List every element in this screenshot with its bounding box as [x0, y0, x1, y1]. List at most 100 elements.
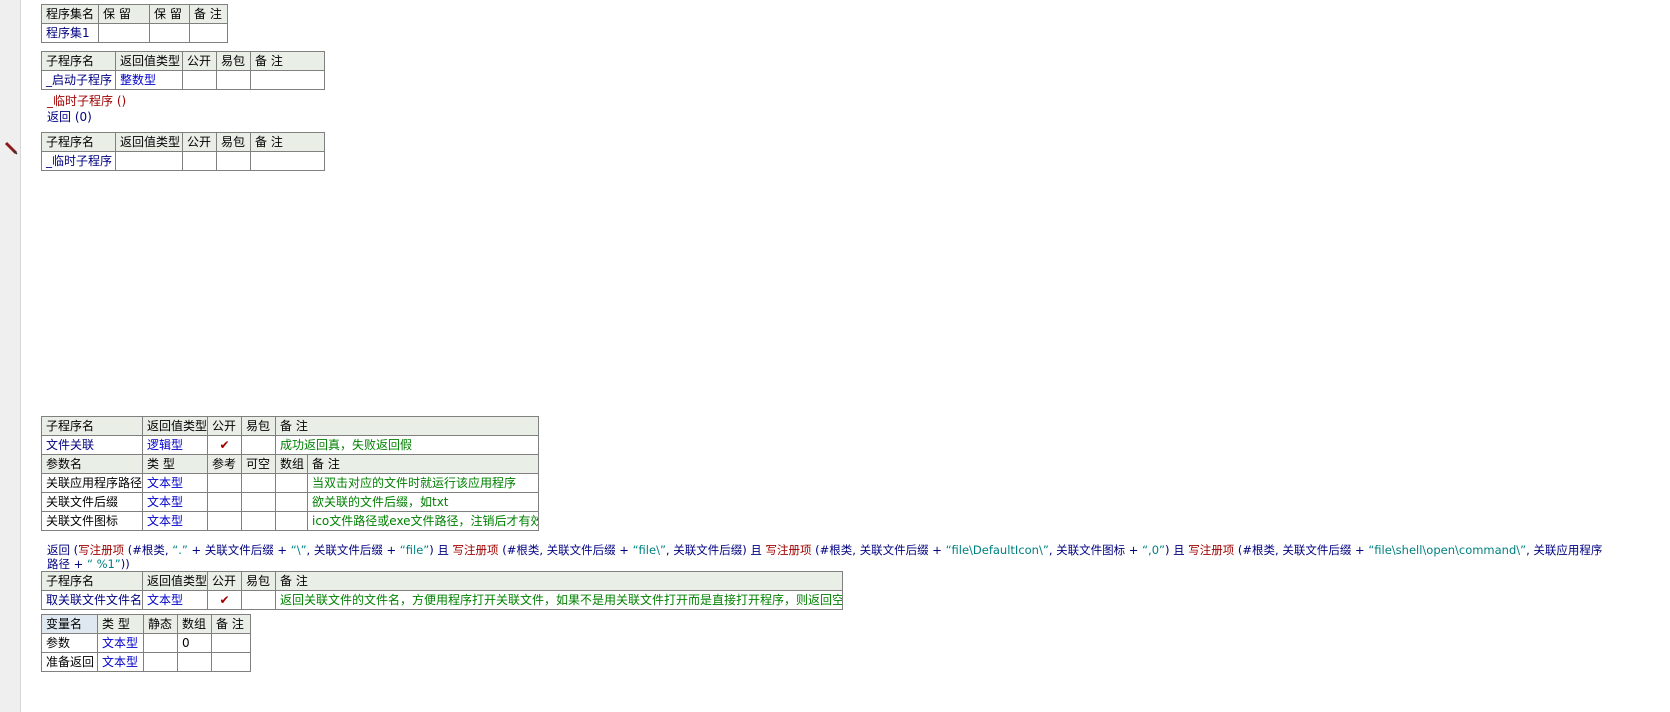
header-return-type: 返回值类型	[142, 416, 208, 436]
assembly-table: 程序集名 保 留 保 留 备 注 程序集1	[41, 4, 228, 43]
header-public: 公开	[182, 51, 217, 71]
return-type[interactable]	[115, 151, 183, 171]
code-token: (#根类,	[124, 543, 173, 557]
sub-name[interactable]: _启动子程序	[41, 70, 116, 90]
param-type[interactable]: 文本型	[142, 492, 208, 512]
var-type[interactable]: 文本型	[97, 633, 144, 653]
easy-pack-cell[interactable]	[216, 70, 251, 90]
static-cell[interactable]	[143, 633, 178, 653]
nullable-cell[interactable]	[241, 511, 276, 531]
easy-pack-cell[interactable]	[241, 435, 276, 455]
code-token: 写注册项	[1188, 543, 1235, 557]
return-type[interactable]: 整数型	[115, 70, 183, 90]
code-token: “file\”	[632, 543, 666, 557]
header-note: 备 注	[211, 614, 251, 634]
sub-name[interactable]: _临时子程序	[41, 151, 116, 171]
header-easy-pack: 易包	[241, 571, 276, 591]
array-cell[interactable]	[177, 652, 212, 672]
sub-name[interactable]: 文件关联	[41, 435, 143, 455]
param-note[interactable]: 当双击对应的文件时就运行该应用程序	[306, 473, 540, 493]
note-cell[interactable]	[211, 633, 251, 653]
note-cell[interactable]	[189, 23, 228, 43]
return-type[interactable]: 文本型	[142, 590, 208, 610]
header-return-type: 返回值类型	[142, 571, 208, 591]
reserved-cell-2[interactable]	[149, 23, 190, 43]
local-variables-table: 变量名 类 型 静态 数组 备 注 参数 文本型 0 准备返回 文本型	[41, 614, 251, 672]
var-type[interactable]: 文本型	[97, 652, 144, 672]
array-cell[interactable]	[275, 511, 308, 531]
code-token: , 关联文件后缀) 且	[665, 543, 766, 557]
sub-table-get-assoc-filename: 子程序名 返回值类型 公开 易包 备 注 取关联文件文件名 文本型 ✔ 返回关联…	[41, 571, 843, 610]
array-cell[interactable]	[275, 473, 308, 493]
param-row: 关联应用程序路径 文本型 当双击对应的文件时就运行该应用程序	[41, 473, 540, 493]
code-token: “file\DefaultIcon\”	[945, 543, 1049, 557]
code-token: “\”	[290, 543, 307, 557]
nullable-cell[interactable]	[241, 473, 276, 493]
header-public: 公开	[207, 416, 242, 436]
param-note[interactable]: 欲关联的文件后缀，如txt	[306, 492, 540, 512]
param-type[interactable]: 文本型	[142, 473, 208, 493]
by-ref-cell[interactable]	[207, 511, 242, 531]
header-nullable: 可空	[241, 454, 276, 474]
sub-name[interactable]: 取关联文件文件名	[41, 590, 143, 610]
param-note[interactable]: ico文件路径或exe文件路径，注销后才有效	[306, 511, 540, 531]
public-cell[interactable]	[182, 70, 217, 90]
param-name[interactable]: 关联文件后缀	[41, 492, 143, 512]
header-public: 公开	[207, 571, 242, 591]
header-reserved-1: 保 留	[98, 4, 150, 24]
sub-table-file-assoc: 子程序名 返回值类型 公开 易包 备 注 文件关联 逻辑型 ✔ 成功返回真，失败…	[41, 416, 540, 531]
code-token: “file\shell\open\command\”	[1368, 543, 1527, 557]
header-easy-pack: 易包	[216, 51, 251, 71]
public-checkmark[interactable]: ✔	[207, 590, 242, 610]
return-args: (0)	[71, 110, 92, 124]
param-type[interactable]: 文本型	[142, 511, 208, 531]
code-token: 返回 (	[47, 543, 79, 557]
code-token: (#根类, 关联文件后缀 +	[1234, 543, 1369, 557]
header-var-type: 类 型	[97, 614, 144, 634]
public-cell[interactable]	[182, 151, 217, 171]
call-temp-sub: _临时子程序 ()	[47, 94, 127, 108]
static-cell[interactable]	[143, 652, 178, 672]
note-cell[interactable]	[211, 652, 251, 672]
easy-pack-cell[interactable]	[241, 590, 276, 610]
by-ref-cell[interactable]	[207, 492, 242, 512]
note-cell[interactable]: 成功返回真，失败返回假	[274, 435, 540, 455]
code-token: “,0”	[1142, 543, 1165, 557]
code-token: ) 且	[429, 543, 453, 557]
code-token: “file”	[399, 543, 430, 557]
sub-table-startup: 子程序名 返回值类型 公开 易包 备 注 _启动子程序 整数型	[41, 51, 325, 90]
by-ref-cell[interactable]	[207, 473, 242, 493]
header-sub-name: 子程序名	[41, 51, 116, 71]
code-token: 写注册项	[452, 543, 499, 557]
note-cell[interactable]	[250, 151, 325, 171]
array-cell[interactable]	[275, 492, 308, 512]
reserved-cell-1[interactable]	[98, 23, 150, 43]
param-name[interactable]: 关联文件图标	[41, 511, 143, 531]
param-name[interactable]: 关联应用程序路径	[41, 473, 143, 493]
code-line-return-registry[interactable]: 返回 (写注册项 (#根类, “.” + 关联文件后缀 + “\”, 关联文件后…	[47, 543, 1607, 571]
array-cell[interactable]: 0	[177, 633, 212, 653]
code-token: ))	[120, 557, 130, 571]
nullable-cell[interactable]	[241, 492, 276, 512]
header-sub-name: 子程序名	[41, 132, 116, 152]
header-by-ref: 参考	[207, 454, 242, 474]
var-name[interactable]: 准备返回	[41, 652, 98, 672]
header-public: 公开	[182, 132, 217, 152]
header-param-note: 备 注	[306, 454, 540, 474]
note-cell[interactable]: 返回关联文件的文件名，方便用程序打开关联文件，如果不是用关联文件打开而是直接打开…	[275, 590, 843, 610]
header-sub-name: 子程序名	[41, 571, 143, 591]
left-gutter	[0, 0, 21, 712]
header-easy-pack: 易包	[216, 132, 251, 152]
header-note: 备 注	[275, 571, 843, 591]
code-line-call-temp-sub[interactable]: _临时子程序 ()	[47, 93, 126, 109]
public-checkmark[interactable]: ✔	[207, 435, 242, 455]
note-cell[interactable]	[250, 70, 325, 90]
header-array: 数组	[275, 454, 308, 474]
assembly-name[interactable]: 程序集1	[41, 23, 99, 43]
var-name[interactable]: 参数	[41, 633, 98, 653]
return-type[interactable]: 逻辑型	[142, 435, 208, 455]
easy-pack-cell[interactable]	[216, 151, 251, 171]
header-easy-pack: 易包	[241, 416, 276, 436]
code-line-return-0[interactable]: 返回 (0)	[47, 109, 92, 125]
header-var-name: 变量名	[41, 614, 98, 634]
